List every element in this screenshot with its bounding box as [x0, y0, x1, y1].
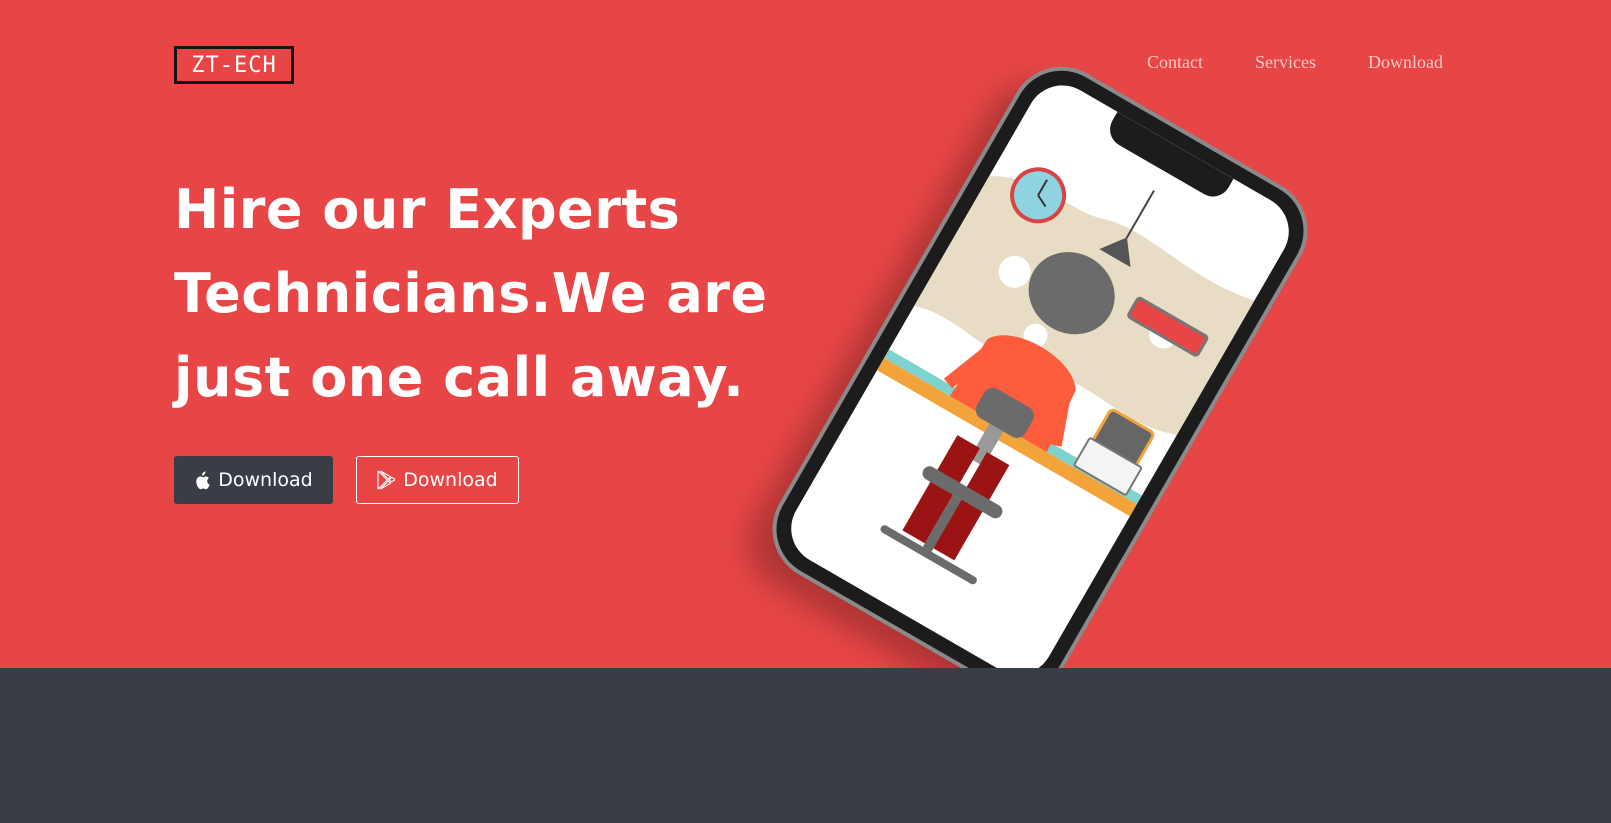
ios-download-label: Download	[218, 469, 313, 491]
logo[interactable]: ZT-ECH	[174, 46, 294, 84]
top-nav: Contact Services Download	[1147, 52, 1443, 73]
nav-contact[interactable]: Contact	[1147, 52, 1203, 73]
footer-band	[0, 668, 1611, 823]
apple-icon	[194, 470, 210, 490]
headline-line-2: Technicians.We are	[174, 262, 768, 325]
nav-download[interactable]: Download	[1368, 52, 1443, 73]
google-play-icon	[377, 470, 396, 490]
headline-line-1: Hire our Experts	[174, 178, 681, 241]
hero-section: ZT-ECH Contact Services Download Hire ou…	[0, 0, 1611, 668]
hero-headline: Hire our Experts Technicians.We are just…	[174, 168, 874, 420]
headline-line-3: just one call away.	[174, 346, 745, 409]
ios-download-button[interactable]: Download	[174, 456, 333, 504]
nav-services[interactable]: Services	[1255, 52, 1316, 73]
android-download-button[interactable]: Download	[356, 456, 519, 504]
android-download-label: Download	[403, 469, 498, 491]
logo-text: ZT-ECH	[191, 52, 277, 78]
